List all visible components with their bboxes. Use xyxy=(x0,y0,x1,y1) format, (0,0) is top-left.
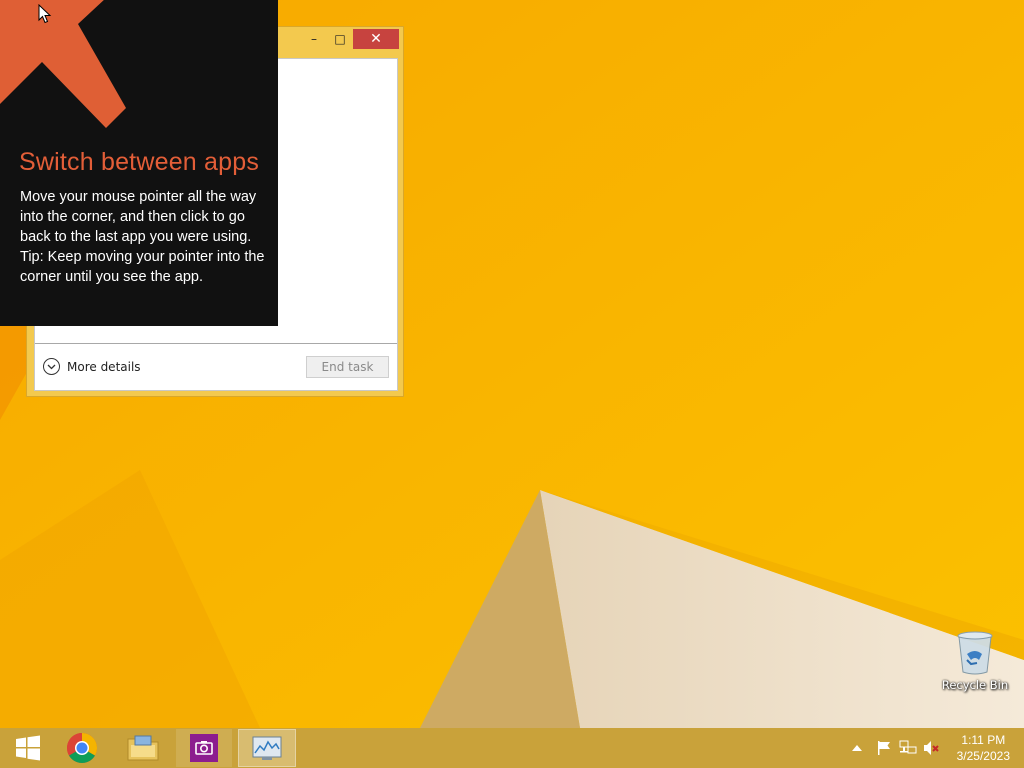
recycle-bin[interactable]: Recycle Bin xyxy=(940,630,1010,692)
chevron-up-icon[interactable] xyxy=(850,745,864,751)
flag-icon[interactable] xyxy=(872,740,896,756)
chevron-down-icon xyxy=(43,358,60,375)
end-task-button[interactable]: End task xyxy=(306,356,389,378)
desktop: – □ ✕ More details End task Switch betwe… xyxy=(0,0,1024,728)
windows-logo-icon xyxy=(16,735,40,761)
clock[interactable]: 1:11 PM 3/25/2023 xyxy=(957,732,1010,764)
tip-hint-text: Tip: Keep moving your pointer into the c… xyxy=(20,249,265,285)
tip-body-text: Move your mouse pointer all the way into… xyxy=(20,189,257,245)
minimize-icon[interactable]: – xyxy=(304,29,324,49)
folder-icon xyxy=(127,735,159,761)
tip-title: Switch between apps xyxy=(19,148,260,176)
clock-time: 1:11 PM xyxy=(961,733,1006,747)
tip-body: Move your mouse pointer all the way into… xyxy=(20,187,265,287)
more-details-label: More details xyxy=(67,359,141,374)
task-manager-icon xyxy=(252,736,282,760)
taskbar-chrome[interactable] xyxy=(54,729,110,767)
volume-muted-icon[interactable] xyxy=(920,740,944,756)
close-icon[interactable]: ✕ xyxy=(353,29,399,49)
system-tray xyxy=(850,728,944,768)
recycle-bin-icon xyxy=(957,631,993,675)
mouse-cursor-icon xyxy=(38,4,52,24)
taskbar-task-manager[interactable] xyxy=(238,729,296,767)
camera-icon xyxy=(190,734,218,762)
chrome-icon xyxy=(66,733,98,764)
taskbar: 1:11 PM 3/25/2023 xyxy=(0,728,1024,768)
network-icon[interactable] xyxy=(896,740,920,756)
task-manager-footer: More details End task xyxy=(35,344,397,391)
more-details-button[interactable]: More details xyxy=(43,358,141,375)
clock-date: 3/25/2023 xyxy=(956,749,1010,763)
taskbar-file-explorer[interactable] xyxy=(115,729,171,767)
start-button[interactable] xyxy=(0,729,56,767)
maximize-icon[interactable]: □ xyxy=(329,29,351,49)
corner-arrow-icon xyxy=(0,0,126,128)
switch-apps-tip: Switch between apps Move your mouse poin… xyxy=(0,0,278,326)
taskbar-camera-app[interactable] xyxy=(176,729,232,767)
recycle-bin-label: Recycle Bin xyxy=(941,678,1009,692)
